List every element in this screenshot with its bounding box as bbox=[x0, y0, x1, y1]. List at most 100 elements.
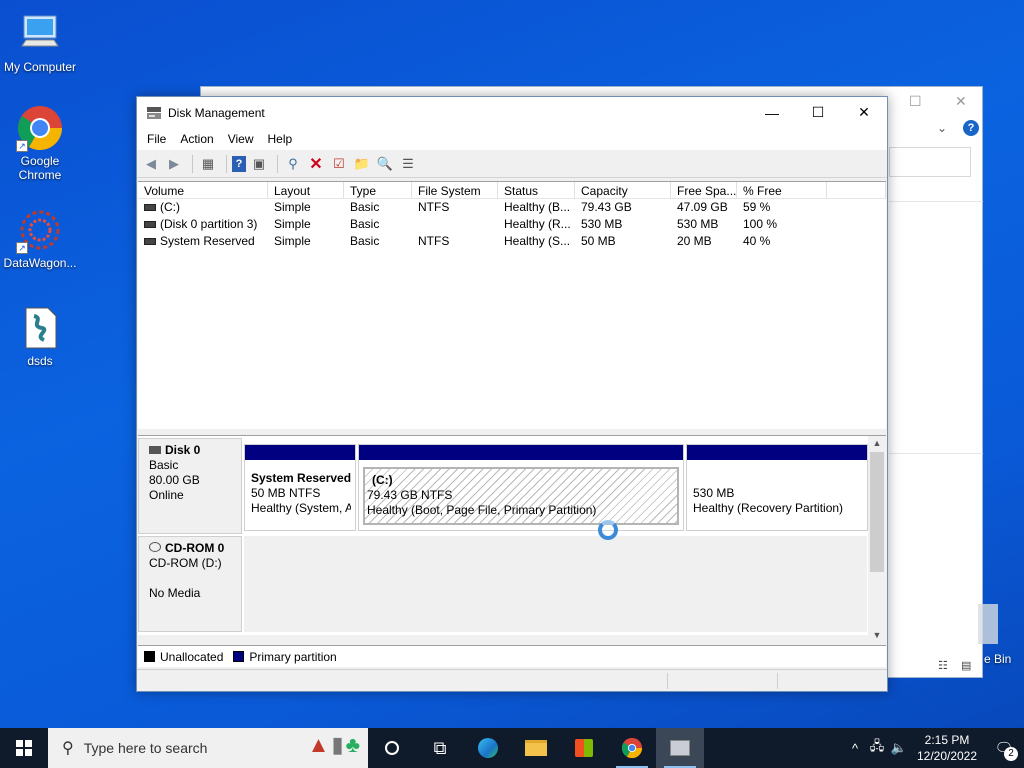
address-bar[interactable] bbox=[889, 147, 971, 177]
volume-percent-free: 100 % bbox=[743, 217, 778, 231]
clock-time: 2:15 PM bbox=[924, 733, 970, 747]
connect-icon[interactable]: ⚲ bbox=[283, 154, 303, 174]
column-header-capacity[interactable]: Capacity bbox=[575, 182, 671, 198]
disk-size bbox=[149, 571, 231, 586]
menu-file[interactable]: File bbox=[140, 132, 173, 146]
console-tree-icon[interactable]: ▦ bbox=[198, 154, 218, 174]
maximize-button[interactable]: ☐ bbox=[795, 97, 841, 128]
menu-help[interactable]: Help bbox=[261, 132, 300, 146]
column-header-layout[interactable]: Layout bbox=[268, 182, 344, 198]
desktop-icon-my-computer[interactable]: My Computer bbox=[0, 10, 80, 74]
column-header-volume[interactable]: Volume bbox=[138, 182, 268, 198]
column-header-percent-free[interactable]: % Free bbox=[737, 182, 827, 198]
volume-list[interactable]: Volume Layout Type File System Status Ca… bbox=[138, 181, 886, 429]
help-book-icon[interactable]: ? bbox=[232, 155, 246, 172]
network-icon[interactable]: 🖧 bbox=[866, 737, 888, 759]
taskbar-edge[interactable] bbox=[464, 728, 512, 768]
disk-drive-icon bbox=[149, 446, 161, 454]
task-view-cortana-button[interactable] bbox=[368, 728, 416, 768]
forward-arrow-icon[interactable]: ▶ bbox=[164, 154, 184, 174]
column-header-free-space[interactable]: Free Spa... bbox=[671, 182, 737, 198]
volume-name: System Reserved bbox=[160, 234, 255, 248]
large-icons-view-icon[interactable]: ▤ bbox=[961, 659, 971, 672]
disk-name: Disk 0 bbox=[165, 443, 201, 457]
legend-unallocated: Unallocated bbox=[160, 649, 224, 664]
maximize-icon[interactable]: ☐ bbox=[909, 93, 922, 110]
search-folder-icon[interactable]: 🔍 bbox=[375, 154, 395, 174]
desktop-icon-label: Google Chrome bbox=[18, 154, 62, 182]
volume-row[interactable]: (C:) Simple Basic NTFS Healthy (B... 79.… bbox=[138, 199, 886, 216]
start-button[interactable] bbox=[0, 728, 48, 768]
taskbar-search-box[interactable]: ⚲ Type here to search ▲ ▮ ♣ bbox=[48, 728, 368, 768]
menu-action[interactable]: Action bbox=[173, 132, 220, 146]
taskbar-chrome[interactable] bbox=[608, 728, 656, 768]
toolbar-separator bbox=[277, 154, 278, 173]
toolbar-separator bbox=[226, 154, 227, 173]
column-header-file-system[interactable]: File System bbox=[412, 182, 498, 198]
taskbar-disk-management[interactable] bbox=[656, 728, 704, 768]
folder-up-icon[interactable]: 📁 bbox=[352, 154, 372, 174]
check-icon[interactable]: ☑ bbox=[329, 154, 349, 174]
desktop-icon-dsds[interactable]: dsds bbox=[0, 304, 80, 368]
partition-c[interactable]: (C:) 79.43 GB NTFS Healthy (Boot, Page F… bbox=[358, 444, 684, 531]
notification-center-button[interactable]: 🗨 2 bbox=[984, 739, 1024, 761]
hat-icon: ▲ bbox=[307, 732, 330, 757]
column-header-empty[interactable] bbox=[827, 182, 886, 198]
volume-percent-free: 40 % bbox=[743, 234, 771, 248]
desktop-icon-google-chrome[interactable]: ↗ Google Chrome bbox=[0, 104, 80, 182]
volume-icon bbox=[144, 204, 156, 212]
desktop-icon-datawagon[interactable]: ↗ DataWagon... bbox=[0, 206, 80, 270]
cdrom-0-area[interactable] bbox=[244, 536, 867, 632]
partition-system-reserved[interactable]: System Reserved 50 MB NTFS Healthy (Syst… bbox=[244, 444, 356, 531]
taskbar-store[interactable] bbox=[560, 728, 608, 768]
volume-layout: Simple bbox=[274, 234, 311, 248]
details-view-icon[interactable]: ☷ bbox=[938, 659, 948, 672]
back-arrow-icon[interactable]: ◀ bbox=[141, 154, 161, 174]
chevron-down-icon[interactable]: ⌄ bbox=[937, 121, 947, 135]
menu-bar: File Action View Help bbox=[137, 128, 887, 150]
status-bar-divider bbox=[777, 673, 778, 689]
properties-icon[interactable]: ▣ bbox=[249, 154, 269, 174]
taskbar-file-explorer[interactable] bbox=[512, 728, 560, 768]
primary-partition-bar bbox=[359, 445, 683, 460]
desktop-icon-label: dsds bbox=[27, 354, 53, 368]
volume-type: Basic bbox=[350, 217, 380, 231]
desktop-icon-label: My Computer bbox=[3, 60, 77, 74]
disk-0-label[interactable]: Disk 0 Basic 80.00 GB Online bbox=[138, 438, 242, 534]
task-view-button[interactable]: ⧉ bbox=[416, 728, 464, 768]
disk-type: CD-ROM (D:) bbox=[149, 556, 222, 570]
volume-icon[interactable]: 🔈 bbox=[888, 740, 910, 756]
disk-type: Basic bbox=[149, 458, 179, 472]
volume-row[interactable]: System Reserved Simple Basic NTFS Health… bbox=[138, 233, 886, 250]
delete-icon[interactable]: ✕ bbox=[306, 154, 326, 174]
partition-recovery[interactable]: 530 MB Healthy (Recovery Partition) bbox=[686, 444, 868, 531]
disk-graphical-view[interactable]: Disk 0 Basic 80.00 GB Online CD-ROM 0 CD… bbox=[138, 435, 886, 644]
scroll-up-icon[interactable]: ▲ bbox=[868, 438, 886, 448]
list-view-icon[interactable]: ☰ bbox=[398, 154, 418, 174]
tree-icon: ♣ bbox=[345, 732, 360, 757]
show-hidden-icons-icon[interactable]: ^ bbox=[844, 741, 866, 756]
volume-percent-free: 59 % bbox=[743, 200, 771, 214]
disk-management-window[interactable]: Disk Management — ☐ ✕ File Action View H… bbox=[136, 96, 888, 692]
volume-layout: Simple bbox=[274, 217, 311, 231]
legend: Unallocated Primary partition bbox=[138, 645, 886, 667]
volume-free: 47.09 GB bbox=[677, 200, 728, 214]
clock[interactable]: 2:15 PM 12/20/2022 bbox=[910, 732, 984, 764]
close-icon[interactable]: ✕ bbox=[955, 93, 967, 110]
menu-view[interactable]: View bbox=[221, 132, 261, 146]
volume-capacity: 530 MB bbox=[581, 217, 623, 231]
column-header-type[interactable]: Type bbox=[344, 182, 412, 198]
volume-row[interactable]: (Disk 0 partition 3) Simple Basic Health… bbox=[138, 216, 886, 233]
volume-icon bbox=[144, 238, 156, 246]
close-button[interactable]: ✕ bbox=[841, 97, 887, 128]
scrollbar-thumb[interactable] bbox=[870, 452, 884, 572]
column-header-status[interactable]: Status bbox=[498, 182, 575, 198]
scroll-down-icon[interactable]: ▼ bbox=[868, 630, 886, 640]
disk-view-scrollbar[interactable]: ▲ ▼ bbox=[868, 436, 886, 644]
cdrom-0-label[interactable]: CD-ROM 0 CD-ROM (D:) No Media bbox=[138, 536, 242, 632]
minimize-button[interactable]: — bbox=[749, 97, 795, 128]
luggage-icon: ▮ bbox=[331, 732, 344, 757]
title-bar[interactable]: Disk Management — ☐ ✕ bbox=[137, 97, 887, 128]
help-icon[interactable]: ? bbox=[963, 120, 979, 136]
volume-type: Basic bbox=[350, 200, 380, 214]
